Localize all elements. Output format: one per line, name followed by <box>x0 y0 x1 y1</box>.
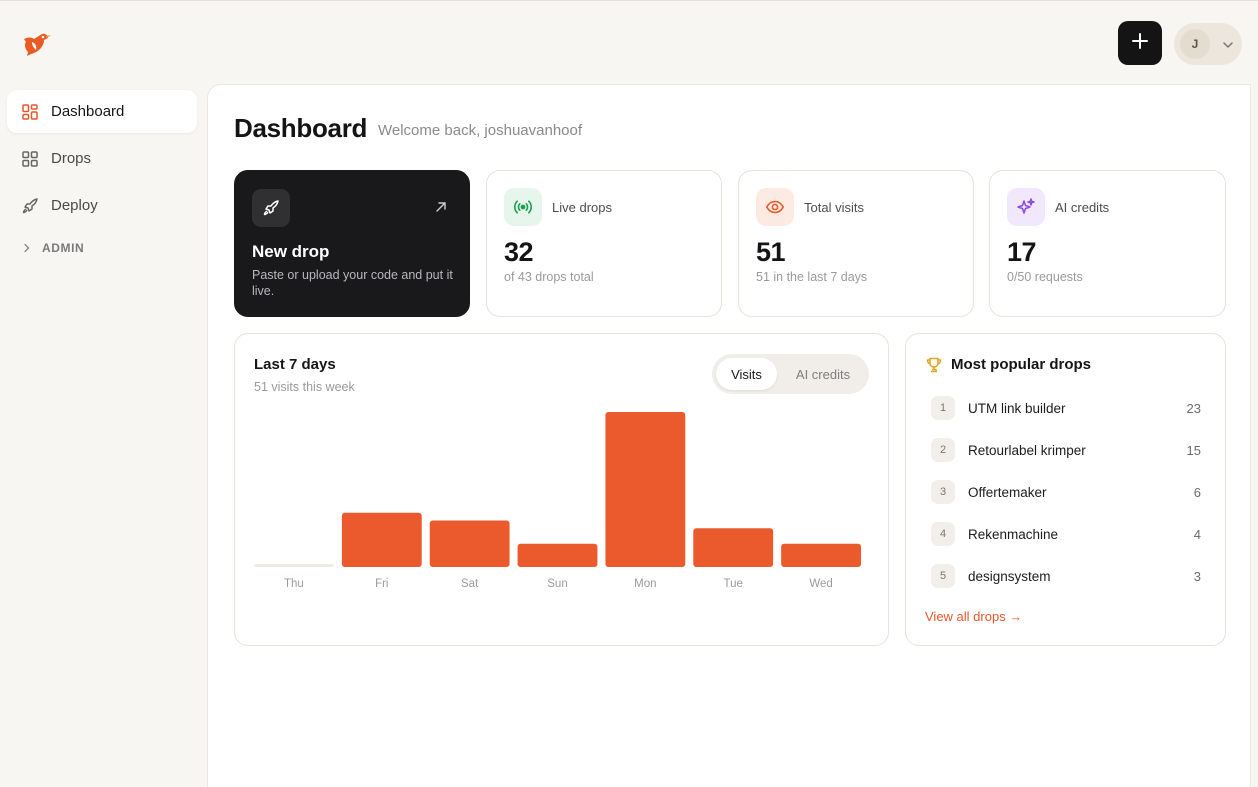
bird-logo-icon[interactable] <box>20 28 52 60</box>
rocket-icon <box>252 189 290 227</box>
drop-name: Rekenmachine <box>968 526 1059 542</box>
x-tick-label: Tue <box>724 578 743 590</box>
new-drop-description: Paste or upload your code and put it liv… <box>252 268 453 298</box>
arrow-up-right-icon <box>434 200 448 214</box>
sidebar-item-label: Drops <box>51 150 92 167</box>
popular-drops-title: Most popular drops <box>951 356 1091 373</box>
eye-icon <box>756 188 794 226</box>
chevron-right-icon <box>24 243 30 253</box>
trophy-icon <box>925 356 943 374</box>
bar-sun[interactable] <box>517 543 598 567</box>
sparkle-icon <box>1007 188 1045 226</box>
stat-value: 17 <box>1007 237 1037 267</box>
main-panel: Dashboard Welcome back, joshuavanhoof Ne… <box>207 84 1251 787</box>
popular-drop-row[interactable]: 4 Rekenmachine 4 <box>931 522 1201 546</box>
bar-mon[interactable] <box>605 412 686 567</box>
grid-icon <box>21 103 39 121</box>
bar-fri[interactable] <box>341 512 422 567</box>
avatar: J <box>1180 29 1210 59</box>
add-button[interactable] <box>1118 21 1162 65</box>
x-tick-label: Wed <box>809 578 832 590</box>
drop-visit-count: 6 <box>1193 484 1201 500</box>
sidebar-item-drops[interactable]: Drops <box>7 137 197 180</box>
new-drop-card[interactable]: New drop Paste or upload your code and p… <box>234 170 470 317</box>
drop-name: Offertemaker <box>968 484 1047 500</box>
plus-icon <box>1131 32 1149 55</box>
sidebar-item-label: Deploy <box>51 197 98 214</box>
stat-subtext: 51 in the last 7 days <box>756 270 868 284</box>
broadcast-icon <box>504 188 542 226</box>
rank-badge: 5 <box>931 564 955 588</box>
visits-chart-card: Last 7 days 51 visits this week Visits A… <box>234 333 889 646</box>
drop-visit-count: 15 <box>1186 442 1201 458</box>
stat-card-live-drops: Live drops 32 of 43 drops total <box>486 170 722 317</box>
sidebar-item-deploy[interactable]: Deploy <box>7 184 197 227</box>
welcome-text: Welcome back, joshuavanhoof <box>378 122 583 139</box>
rank-badge: 4 <box>931 522 955 546</box>
sidebar-item-dashboard[interactable]: Dashboard <box>7 90 197 133</box>
drop-visit-count: 3 <box>1193 568 1201 584</box>
stat-value: 32 <box>504 237 534 267</box>
view-all-drops-link[interactable]: View all drops → <box>925 609 1022 624</box>
page-title: Dashboard <box>234 113 368 143</box>
x-tick-label: Sat <box>461 578 479 590</box>
stat-label: Total visits <box>804 200 864 215</box>
user-menu[interactable]: J <box>1174 23 1242 65</box>
bar-chart: Thu Fri Sat Sun Mon Tue Wed <box>254 412 861 590</box>
stat-value: 51 <box>756 237 786 267</box>
bar-sat[interactable] <box>429 520 510 568</box>
drop-name: Retourlabel krimper <box>968 442 1086 458</box>
x-tick-label: Fri <box>375 578 388 590</box>
rocket-icon <box>21 197 39 215</box>
chevron-down-icon <box>1222 38 1234 50</box>
rank-badge: 2 <box>931 438 955 462</box>
bar-tue[interactable] <box>693 528 774 567</box>
x-tick-label: Sun <box>547 578 567 590</box>
stat-label: AI credits <box>1055 200 1110 215</box>
new-drop-title: New drop <box>252 242 330 261</box>
stat-subtext: 0/50 requests <box>1007 270 1083 284</box>
x-tick-label: Thu <box>284 578 304 590</box>
bar-wed[interactable] <box>781 543 861 567</box>
x-tick-label: Mon <box>634 578 656 590</box>
rank-badge: 1 <box>931 396 955 420</box>
popular-drop-row[interactable]: 1 UTM link builder 23 <box>931 396 1201 420</box>
popular-drop-row[interactable]: 5 designsystem 3 <box>931 564 1201 588</box>
drop-name: UTM link builder <box>968 400 1066 416</box>
drop-visit-count: 4 <box>1193 526 1201 542</box>
admin-label: ADMIN <box>42 241 85 255</box>
popular-drop-row[interactable]: 2 Retourlabel krimper 15 <box>931 438 1201 462</box>
drop-name: designsystem <box>968 568 1051 584</box>
stat-card-ai-credits: AI credits 17 0/50 requests <box>989 170 1226 317</box>
bar-thu[interactable] <box>254 564 334 567</box>
stat-card-total-visits: Total visits 51 51 in the last 7 days <box>738 170 974 317</box>
rank-badge: 3 <box>931 480 955 504</box>
admin-section-toggle[interactable]: ADMIN <box>22 241 84 255</box>
stat-label: Live drops <box>552 200 612 215</box>
sidebar: Dashboard Drops Deploy ADMIN <box>0 84 207 787</box>
stat-subtext: of 43 drops total <box>504 270 594 284</box>
popular-drops-card: Most popular drops 1 UTM link builder 23… <box>905 333 1226 646</box>
sidebar-item-label: Dashboard <box>51 103 125 120</box>
drop-visit-count: 23 <box>1186 400 1201 416</box>
popular-drop-row[interactable]: 3 Offertemaker 6 <box>931 480 1201 504</box>
grid-icon <box>21 150 39 168</box>
